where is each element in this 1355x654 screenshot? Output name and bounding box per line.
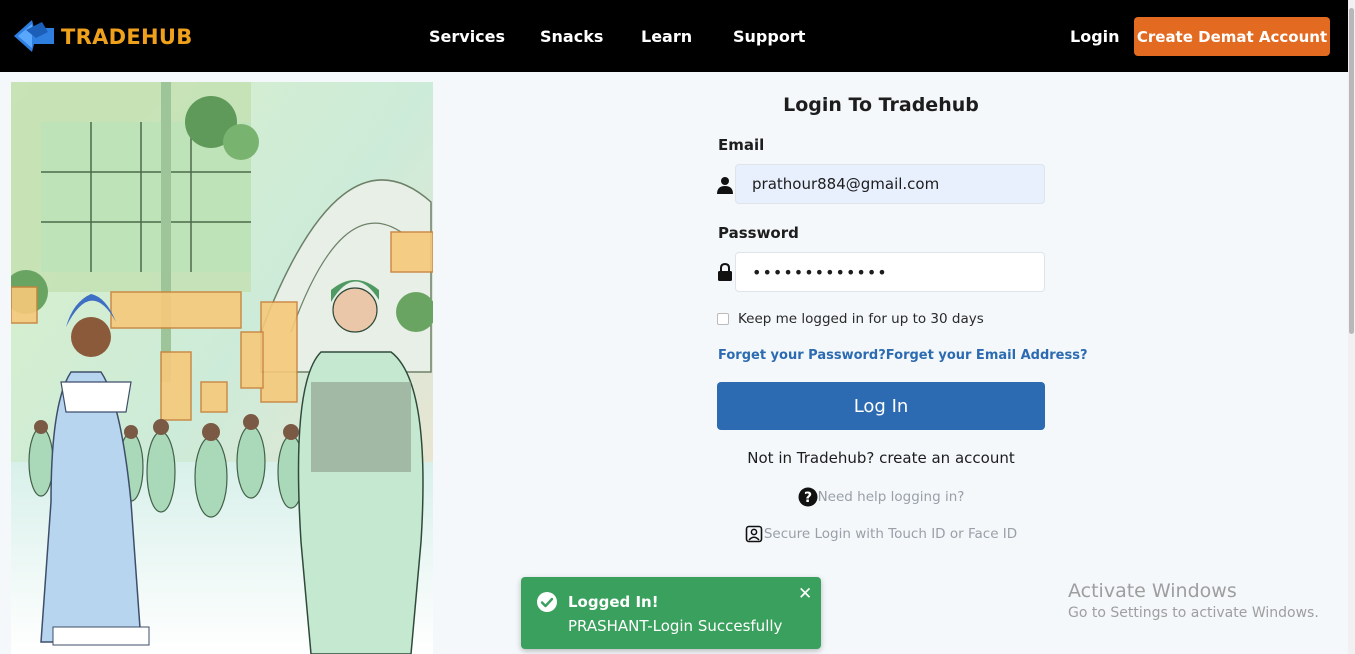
password-input[interactable]: ••••••••••••• xyxy=(735,252,1045,292)
toast-title: Logged In! xyxy=(568,593,659,611)
windows-watermark-title: Activate Windows xyxy=(1068,580,1237,602)
secure-login-text: Secure Login with Touch ID or Face ID xyxy=(763,526,1018,542)
forgot-links: Forget your Password?Forget your Email A… xyxy=(718,348,1088,363)
email-label: Email xyxy=(718,136,765,154)
nav-snacks[interactable]: Snacks xyxy=(540,27,603,46)
svg-text:?: ? xyxy=(804,490,812,506)
face-id-icon xyxy=(745,525,763,543)
help-logging-in-link[interactable]: ? Need help logging in? xyxy=(717,487,1045,507)
nav-learn[interactable]: Learn xyxy=(641,27,692,46)
email-input[interactable]: prathour884@gmail.com xyxy=(735,164,1045,204)
top-navbar: TRADEHUB Services Snacks Learn Support L… xyxy=(0,0,1348,72)
forgot-password-link[interactable]: Forget your Password? xyxy=(718,348,886,363)
scrollbar-thumb[interactable] xyxy=(1349,8,1354,334)
remember-me-checkbox[interactable] xyxy=(717,313,729,325)
password-label: Password xyxy=(718,224,799,242)
secure-login-link[interactable]: Secure Login with Touch ID or Face ID xyxy=(717,525,1045,543)
question-circle-icon: ? xyxy=(798,487,818,507)
nav-services[interactable]: Services xyxy=(429,27,505,46)
success-toast: Logged In! PRASHANT-Login Succesfully ✕ xyxy=(521,577,821,649)
forgot-email-link[interactable]: Forget your Email Address? xyxy=(886,348,1088,363)
toast-message: PRASHANT-Login Succesfully xyxy=(568,617,783,635)
create-account-link[interactable]: Not in Tradehub? create an account xyxy=(717,449,1045,467)
help-text: Need help logging in? xyxy=(817,489,965,505)
illustration-art xyxy=(11,82,433,654)
nav-support[interactable]: Support xyxy=(733,27,805,46)
brand-name[interactable]: TRADEHUB xyxy=(61,25,193,49)
windows-watermark-subtitle: Go to Settings to activate Windows. xyxy=(1068,605,1319,621)
create-demat-account-button[interactable]: Create Demat Account xyxy=(1134,17,1330,56)
nav-login-link[interactable]: Login xyxy=(1070,27,1120,46)
tradehub-logo-icon[interactable] xyxy=(12,18,56,54)
lock-icon xyxy=(718,263,732,281)
close-icon[interactable]: ✕ xyxy=(798,584,812,604)
remember-me-label[interactable]: Keep me logged in for up to 30 days xyxy=(738,311,984,327)
user-icon xyxy=(717,177,733,194)
marketplace-illustration xyxy=(11,82,433,654)
login-form-title: Login To Tradehub xyxy=(783,94,979,116)
check-circle-icon xyxy=(537,592,557,612)
log-in-button[interactable]: Log In xyxy=(717,382,1045,430)
